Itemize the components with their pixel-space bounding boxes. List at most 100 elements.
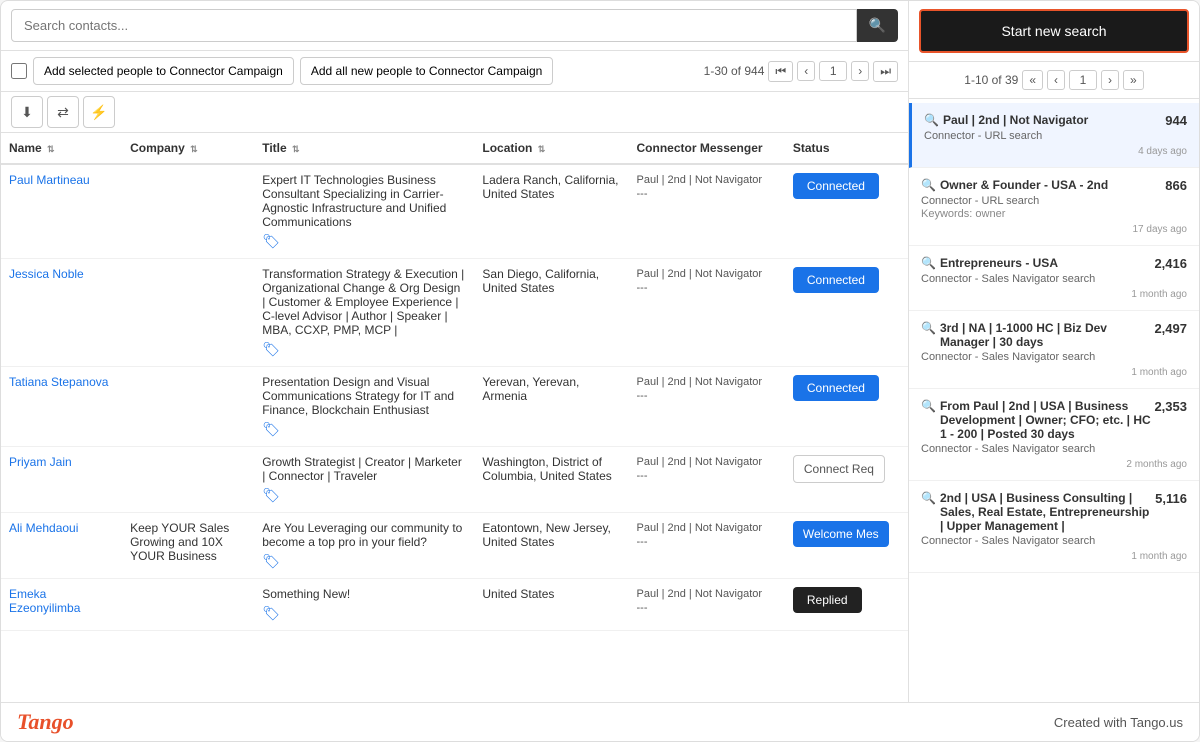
tango-credit: Created with Tango.us	[1054, 715, 1183, 730]
contact-name-link[interactable]: Tatiana Stepanova	[9, 375, 108, 389]
right-top: Start new search	[909, 1, 1199, 62]
cell-location: Yerevan, Yerevan, Armenia	[474, 367, 628, 447]
search-time: 1 month ago	[921, 551, 1187, 562]
cell-company	[122, 164, 254, 259]
search-history-item[interactable]: 🔍 3rd | NA | 1-1000 HC | Biz Dev Manager…	[909, 311, 1199, 389]
cell-connector: Paul | 2nd | Not Navigator ---	[629, 447, 785, 513]
col-header-name[interactable]: Name ⇅	[1, 133, 122, 164]
prev-page-button[interactable]: ‹	[797, 61, 815, 81]
replied-button[interactable]: Replied	[793, 587, 862, 613]
connected-button[interactable]: Connected	[793, 173, 879, 199]
cell-title: Expert IT Technologies Business Consulta…	[254, 164, 474, 259]
cell-location: United States	[474, 579, 628, 631]
main-layout: 🔍 Add selected people to Connector Campa…	[1, 1, 1199, 702]
search-icon: 🔍	[921, 491, 936, 505]
searches-list: 🔍 Paul | 2nd | Not Navigator 944 Connect…	[909, 99, 1199, 702]
search-sub: Connector - Sales Navigator search	[921, 535, 1187, 547]
table-row: Ali Mehdaoui Keep YOUR Sales Growing and…	[1, 513, 908, 579]
right-pagination: 1-10 of 39 « ‹ 1 › »	[909, 62, 1199, 99]
connected-button[interactable]: Connected	[793, 267, 879, 293]
search-title: From Paul | 2nd | USA | Business Develop…	[940, 399, 1155, 441]
cell-connector: Paul | 2nd | Not Navigator ---	[629, 164, 785, 259]
search-bar: 🔍	[1, 1, 908, 51]
search-icon: 🔍	[921, 321, 936, 335]
table-row: Emeka Ezeonyilimba Something New! 🏷 Unit…	[1, 579, 908, 631]
cell-name: Emeka Ezeonyilimba	[1, 579, 122, 631]
contact-name-link[interactable]: Emeka Ezeonyilimba	[9, 587, 80, 615]
cell-connector: Paul | 2nd | Not Navigator ---	[629, 367, 785, 447]
search-count: 944	[1165, 113, 1187, 128]
shuffle-icon-button[interactable]: ⇄	[47, 96, 79, 128]
page-number: 1	[819, 61, 847, 81]
next-page-button[interactable]: ›	[851, 61, 869, 81]
search-button[interactable]: 🔍	[857, 9, 898, 42]
add-selected-button[interactable]: Add selected people to Connector Campaig…	[33, 57, 294, 85]
cell-title: Are You Leveraging our community to beco…	[254, 513, 474, 579]
col-header-location[interactable]: Location ⇅	[474, 133, 628, 164]
cell-title: Something New! 🏷	[254, 579, 474, 631]
col-header-title[interactable]: Title ⇅	[254, 133, 474, 164]
connected-button[interactable]: Connected	[793, 375, 879, 401]
search-history-item[interactable]: 🔍 Owner & Founder - USA - 2nd 866 Connec…	[909, 168, 1199, 246]
search-time: 4 days ago	[924, 146, 1187, 157]
cell-connector: Paul | 2nd | Not Navigator ---	[629, 579, 785, 631]
search-detail: Keywords: owner	[921, 208, 1187, 220]
contact-name-link[interactable]: Jessica Noble	[9, 267, 84, 281]
search-icon: 🔍	[921, 399, 936, 413]
contact-name-link[interactable]: Ali Mehdaoui	[9, 521, 78, 535]
search-icon: 🔍	[921, 256, 936, 270]
search-icon: 🔍	[921, 178, 936, 192]
first-page-button[interactable]: ⏮	[768, 61, 793, 82]
search-time: 17 days ago	[921, 224, 1187, 235]
cell-status: Connected	[785, 367, 908, 447]
filter-icon-button[interactable]: ⚡	[83, 96, 115, 128]
cell-status: Replied	[785, 579, 908, 631]
right-first-page[interactable]: «	[1022, 70, 1043, 90]
tag-icon: 🏷	[262, 487, 466, 504]
toolbar: Add selected people to Connector Campaig…	[1, 51, 908, 92]
right-page-number: 1	[1069, 70, 1097, 90]
tag-icon: 🏷	[262, 341, 466, 358]
start-new-search-button[interactable]: Start new search	[919, 9, 1189, 53]
welcome-mes-button[interactable]: Welcome Mes	[793, 521, 889, 547]
right-last-page[interactable]: »	[1123, 70, 1144, 90]
search-history-item[interactable]: 🔍 From Paul | 2nd | USA | Business Devel…	[909, 389, 1199, 481]
right-prev-page[interactable]: ‹	[1047, 70, 1065, 90]
cell-status: Connected	[785, 164, 908, 259]
pagination-text: 1-30 of 944	[704, 64, 765, 78]
add-all-button[interactable]: Add all new people to Connector Campaign	[300, 57, 553, 85]
download-icon-button[interactable]: ⬇	[11, 96, 43, 128]
left-panel: 🔍 Add selected people to Connector Campa…	[1, 1, 909, 702]
connect-req-button[interactable]: Connect Req	[793, 455, 885, 483]
cell-company	[122, 259, 254, 367]
search-count: 2,416	[1154, 256, 1187, 271]
search-count: 866	[1165, 178, 1187, 193]
search-input[interactable]	[11, 9, 857, 42]
contact-name-link[interactable]: Paul Martineau	[9, 173, 90, 187]
tango-logo: Tango	[17, 709, 74, 735]
col-header-company[interactable]: Company ⇅	[122, 133, 254, 164]
search-count: 5,116	[1155, 491, 1187, 506]
cell-name: Ali Mehdaoui	[1, 513, 122, 579]
cell-status: Welcome Mes	[785, 513, 908, 579]
search-sub: Connector - Sales Navigator search	[921, 443, 1187, 455]
cell-name: Priyam Jain	[1, 447, 122, 513]
contact-name-link[interactable]: Priyam Jain	[9, 455, 72, 469]
table-row: Paul Martineau Expert IT Technologies Bu…	[1, 164, 908, 259]
search-title: Paul | 2nd | Not Navigator	[943, 113, 1088, 127]
right-next-page[interactable]: ›	[1101, 70, 1119, 90]
search-title: Entrepreneurs - USA	[940, 256, 1058, 270]
search-history-item[interactable]: 🔍 Entrepreneurs - USA 2,416 Connector - …	[909, 246, 1199, 311]
search-history-item[interactable]: 🔍 Paul | 2nd | Not Navigator 944 Connect…	[909, 103, 1199, 168]
tag-icon: 🏷	[262, 605, 466, 622]
tag-icon: 🏷	[262, 233, 466, 250]
search-history-item[interactable]: 🔍 2nd | USA | Business Consulting | Sale…	[909, 481, 1199, 573]
cell-connector: Paul | 2nd | Not Navigator ---	[629, 513, 785, 579]
last-page-button[interactable]: ⏭	[873, 61, 898, 82]
table-row: Tatiana Stepanova Presentation Design an…	[1, 367, 908, 447]
select-all-checkbox[interactable]	[11, 63, 27, 79]
search-sub: Connector - Sales Navigator search	[921, 351, 1187, 363]
cell-company	[122, 447, 254, 513]
search-sub: Connector - Sales Navigator search	[921, 273, 1187, 285]
cell-connector: Paul | 2nd | Not Navigator ---	[629, 259, 785, 367]
